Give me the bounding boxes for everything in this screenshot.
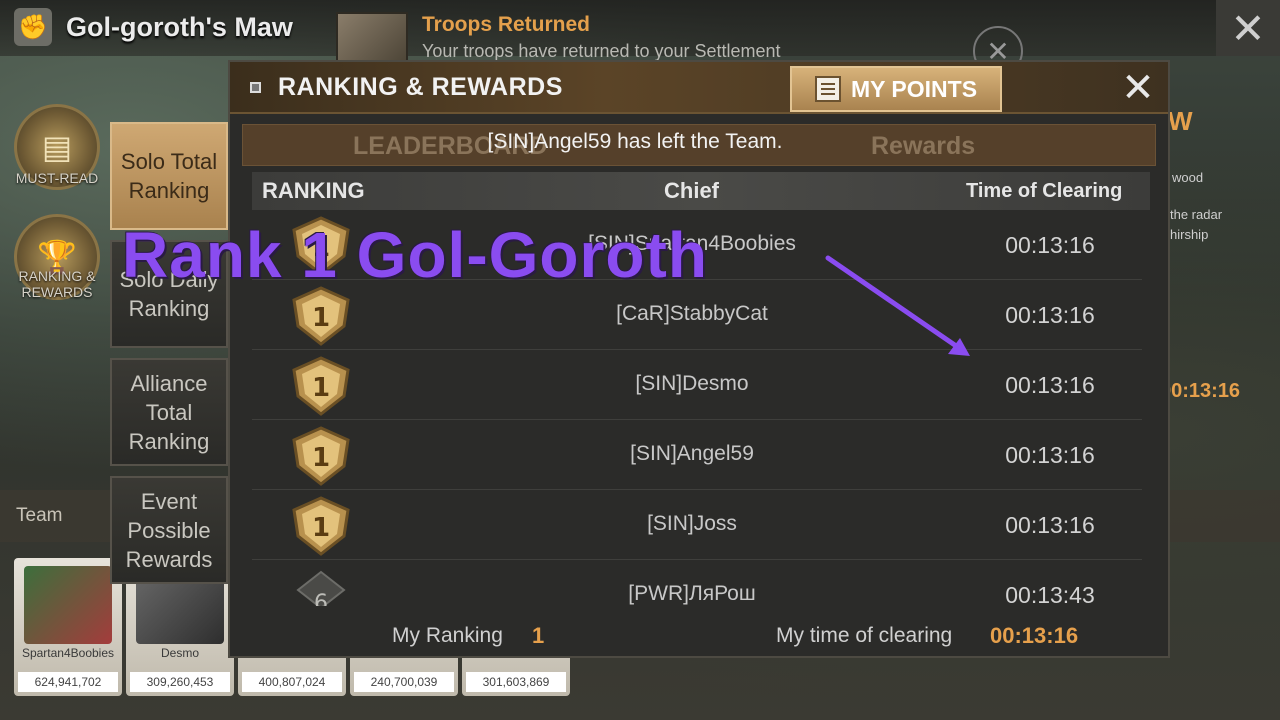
- my-ranking-label: My Ranking: [392, 624, 503, 647]
- page-title: Gol-goroth's Maw: [66, 12, 293, 42]
- member-power: 400,807,024: [242, 672, 342, 692]
- tab-alliance-total-ranking[interactable]: Alliance Total Ranking: [110, 358, 228, 466]
- panel-footer: My Ranking 1 My time of clearing 00:13:1…: [230, 612, 1168, 658]
- table-row[interactable]: 1 [SIN]Desmo 00:13:16: [252, 350, 1142, 420]
- clear-time: 00:13:16: [1005, 372, 1095, 398]
- chief-name: [PWR]ЛяРош: [628, 582, 756, 605]
- building-icon: [336, 12, 408, 62]
- scroll-icon: [814, 76, 841, 102]
- clear-time: 00:13:16: [1005, 232, 1095, 258]
- overlay-caption: Rank 1 Gol-Goroth: [122, 219, 708, 291]
- rank-number: 1: [312, 303, 330, 333]
- member-power: 309,260,453: [130, 672, 230, 692]
- medal-icon: 1: [292, 286, 350, 346]
- table-row[interactable]: 1 [SIN]Joss 00:13:16: [252, 490, 1142, 560]
- table-row[interactable]: 1 [SIN]Angel59 00:13:16: [252, 420, 1142, 490]
- avatar: [24, 566, 112, 644]
- rank-number: 1: [312, 373, 330, 403]
- notification-text: Your troops have returned to your Settle…: [422, 41, 781, 61]
- toast-message: [SIN]Angel59 has left the Team.: [487, 130, 783, 153]
- fist-icon: ✊: [14, 8, 52, 46]
- rank-badge-icon: 6: [296, 570, 346, 606]
- bullet-icon: [250, 82, 261, 93]
- rank-number: 6: [314, 591, 328, 606]
- team-label: Team: [16, 505, 63, 526]
- table-row[interactable]: 6 [PWR]ЛяРош 00:13:43: [252, 560, 1142, 606]
- medal-icon: 1: [292, 496, 350, 556]
- clear-time: 00:13:16: [1005, 442, 1095, 468]
- tab-solo-total-ranking[interactable]: Solo Total Ranking: [110, 122, 228, 230]
- close-icon[interactable]: ✕: [1216, 0, 1280, 56]
- my-time-label: My time of clearing: [776, 624, 953, 647]
- bg-fragment: W: [1168, 106, 1193, 136]
- member-name: Spartan4Boobies: [21, 646, 115, 660]
- column-header-chief: Chief: [664, 178, 719, 203]
- my-points-label: MY POINTS: [850, 75, 978, 102]
- medal-icon: 1: [292, 356, 350, 416]
- column-header-ranking: RANKING: [262, 178, 365, 203]
- notification-title: Troops Returned: [422, 13, 591, 36]
- close-icon[interactable]: ✕: [1116, 66, 1160, 110]
- medal-icon: 1: [292, 426, 350, 486]
- ranking-rewards-label: RANKING & REWARDS: [18, 268, 96, 300]
- my-points-button[interactable]: MY POINTS: [790, 66, 1002, 112]
- panel-header: RANKING & REWARDS MY POINTS ✕: [230, 62, 1168, 114]
- bg-fragment: the radar: [1170, 207, 1223, 222]
- chief-name: [SIN]Desmo: [635, 372, 749, 395]
- member-power: 624,941,702: [18, 672, 118, 692]
- my-time-value: 00:13:16: [990, 623, 1079, 648]
- rank-number: 1: [312, 513, 330, 543]
- column-header-time: Time of Clearing: [966, 180, 1123, 202]
- member-power: 240,700,039: [354, 672, 454, 692]
- panel-title: RANKING & REWARDS: [278, 73, 563, 101]
- bg-fragment: wood: [1172, 170, 1204, 185]
- clear-time: 00:13:43: [1005, 582, 1095, 606]
- clear-time: 00:13:16: [1005, 512, 1095, 538]
- must-read-label: MUST-READ: [15, 170, 99, 186]
- arrow-icon: [825, 255, 970, 356]
- bg-fragment: hirship: [1170, 227, 1209, 242]
- my-ranking-value: 1: [532, 623, 545, 648]
- chief-name: [SIN]Angel59: [630, 442, 754, 465]
- member-name: Desmo: [160, 646, 199, 660]
- table-header: RANKING Chief Time of Clearing: [252, 172, 1150, 210]
- chief-name: [SIN]Joss: [647, 512, 737, 535]
- tab-rewards[interactable]: Rewards: [871, 132, 975, 161]
- tab-event-possible-rewards[interactable]: Event Possible Rewards: [110, 476, 228, 584]
- bg-fragment: 00:13:16: [1160, 380, 1241, 402]
- team-member-card[interactable]: Spartan4Boobies 624,941,702: [14, 558, 122, 696]
- member-power: 301,603,869: [466, 672, 566, 692]
- clear-time: 00:13:16: [1005, 302, 1095, 328]
- rank-number: 1: [312, 443, 330, 473]
- ranking-panel: RANKING & REWARDS MY POINTS ✕ LEADERBOAR…: [228, 60, 1170, 658]
